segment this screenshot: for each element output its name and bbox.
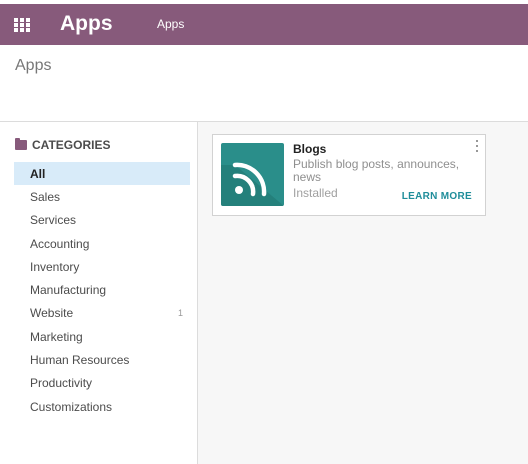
categories-header: CATEGORIES [15, 138, 110, 152]
category-item-inventory[interactable]: Inventory [14, 255, 190, 278]
category-list: All Sales Services Accounting Inventory … [14, 162, 190, 418]
categories-sidebar: CATEGORIES All Sales Services Accounting… [0, 122, 198, 464]
category-item-website[interactable]: Website 1 [14, 302, 190, 325]
category-item-productivity[interactable]: Productivity [14, 372, 190, 395]
category-label: Productivity [30, 376, 93, 391]
nav-link-apps[interactable]: Apps [157, 17, 184, 31]
apps-grid-icon[interactable] [14, 18, 30, 32]
category-label: All [30, 166, 46, 181]
category-item-marketing[interactable]: Marketing [14, 325, 190, 348]
category-label: Human Resources [30, 353, 130, 368]
category-label: Accounting [30, 236, 90, 251]
category-item-manufacturing[interactable]: Manufacturing [14, 278, 190, 301]
rss-icon [221, 143, 284, 206]
category-label: Customizations [30, 399, 113, 414]
category-item-sales[interactable]: Sales [14, 185, 190, 208]
category-label: Services [30, 213, 77, 228]
kebab-menu-icon[interactable] [475, 140, 479, 152]
category-label: Website [30, 306, 74, 321]
category-item-services[interactable]: Services [14, 209, 190, 232]
category-item-customizations[interactable]: Customizations [14, 395, 190, 418]
learn-more-button[interactable]: LEARN MORE [402, 191, 472, 203]
app-summary: Publish blog posts, announces, news [293, 157, 460, 184]
breadcrumb: Apps [15, 57, 52, 74]
category-label: Manufacturing [30, 283, 107, 298]
category-count: 1 [177, 308, 183, 319]
app-card-blogs[interactable]: Blogs Publish blog posts, announces, new… [212, 134, 486, 216]
top-navbar: Apps Apps [0, 4, 528, 45]
category-label: Inventory [30, 259, 80, 274]
category-item-human-resources[interactable]: Human Resources [14, 348, 190, 371]
folder-icon [15, 138, 27, 150]
category-label: Sales [30, 189, 61, 204]
categories-header-label: CATEGORIES [32, 138, 111, 152]
category-item-accounting[interactable]: Accounting [14, 232, 190, 255]
app-status: Installed [293, 186, 338, 200]
app-name: Blogs [293, 142, 327, 156]
apps-kanban-view: Blogs Publish blog posts, announces, new… [198, 122, 528, 464]
category-label: Marketing [30, 329, 83, 344]
category-item-all[interactable]: All [14, 162, 190, 186]
control-panel: Apps [0, 45, 528, 122]
navbar-brand[interactable]: Apps [60, 12, 113, 36]
